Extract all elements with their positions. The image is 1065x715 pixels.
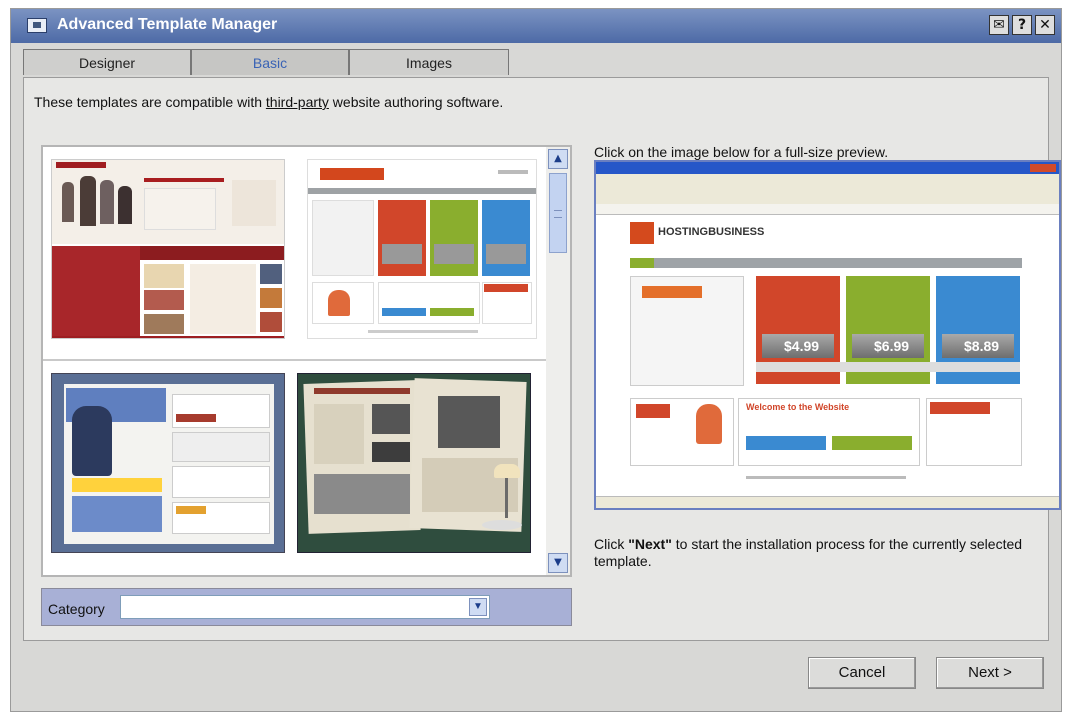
- third-party-link[interactable]: third-party: [266, 94, 329, 110]
- template-thumb-professional-blue[interactable]: [51, 373, 285, 553]
- preview-welcome: Welcome to the Website: [746, 402, 850, 412]
- tab-designer[interactable]: Designer: [23, 49, 191, 75]
- tab-basic[interactable]: Basic: [191, 49, 349, 75]
- chevron-down-icon[interactable]: ▼: [469, 598, 487, 616]
- window-title: Advanced Template Manager: [57, 16, 278, 33]
- template-manager-window: Advanced Template Manager ✉ ? ✕ Designer…: [10, 8, 1062, 712]
- next-note-strong: "Next": [628, 536, 672, 552]
- scroll-down-icon[interactable]: ▼: [548, 553, 568, 573]
- next-note-before: Click: [594, 536, 629, 552]
- help-icon[interactable]: ?: [1012, 15, 1032, 35]
- template-thumb-newspaper[interactable]: [297, 373, 531, 553]
- template-thumb-hosting-business[interactable]: [307, 159, 537, 339]
- template-thumb-red-business[interactable]: [51, 159, 285, 339]
- intro-text: These templates are compatible with thir…: [34, 94, 503, 110]
- preview-caption: Click on the image below for a full-size…: [594, 144, 889, 160]
- preview-brand: HOSTINGBUSINESS: [658, 226, 765, 238]
- preview-price-2: $6.99: [874, 338, 910, 354]
- template-thumbnail-list: ▲ ▼: [41, 145, 572, 577]
- next-button[interactable]: Next >: [936, 657, 1044, 689]
- preview-price-3: $8.89: [964, 338, 1000, 354]
- app-icon: [27, 18, 47, 33]
- category-bar: Category ▼: [41, 588, 572, 626]
- category-label: Category: [48, 601, 105, 617]
- tab-strip: Designer Basic Images: [23, 49, 509, 77]
- title-bar: Advanced Template Manager ✉ ? ✕: [11, 9, 1061, 43]
- tab-images[interactable]: Images: [349, 49, 509, 75]
- template-preview-image[interactable]: HOSTINGBUSINESS $4.99 $6.99 $8.89 Welcom…: [594, 160, 1061, 510]
- thumbnail-scrollbar[interactable]: ▲ ▼: [546, 147, 570, 575]
- scroll-up-icon[interactable]: ▲: [548, 149, 568, 169]
- tab-content: These templates are compatible with thir…: [23, 77, 1061, 641]
- next-instructions: Click "Next" to start the installation p…: [594, 536, 1034, 570]
- scroll-thumb[interactable]: [549, 173, 567, 253]
- intro-after: website authoring software.: [328, 94, 504, 110]
- preview-price-1: $4.99: [784, 338, 820, 354]
- envelope-icon[interactable]: ✉: [989, 15, 1009, 35]
- intro-before: These templates are compatible with: [34, 94, 266, 110]
- cancel-button[interactable]: Cancel: [808, 657, 916, 689]
- close-icon[interactable]: ✕: [1035, 15, 1055, 35]
- category-select[interactable]: ▼: [120, 595, 490, 619]
